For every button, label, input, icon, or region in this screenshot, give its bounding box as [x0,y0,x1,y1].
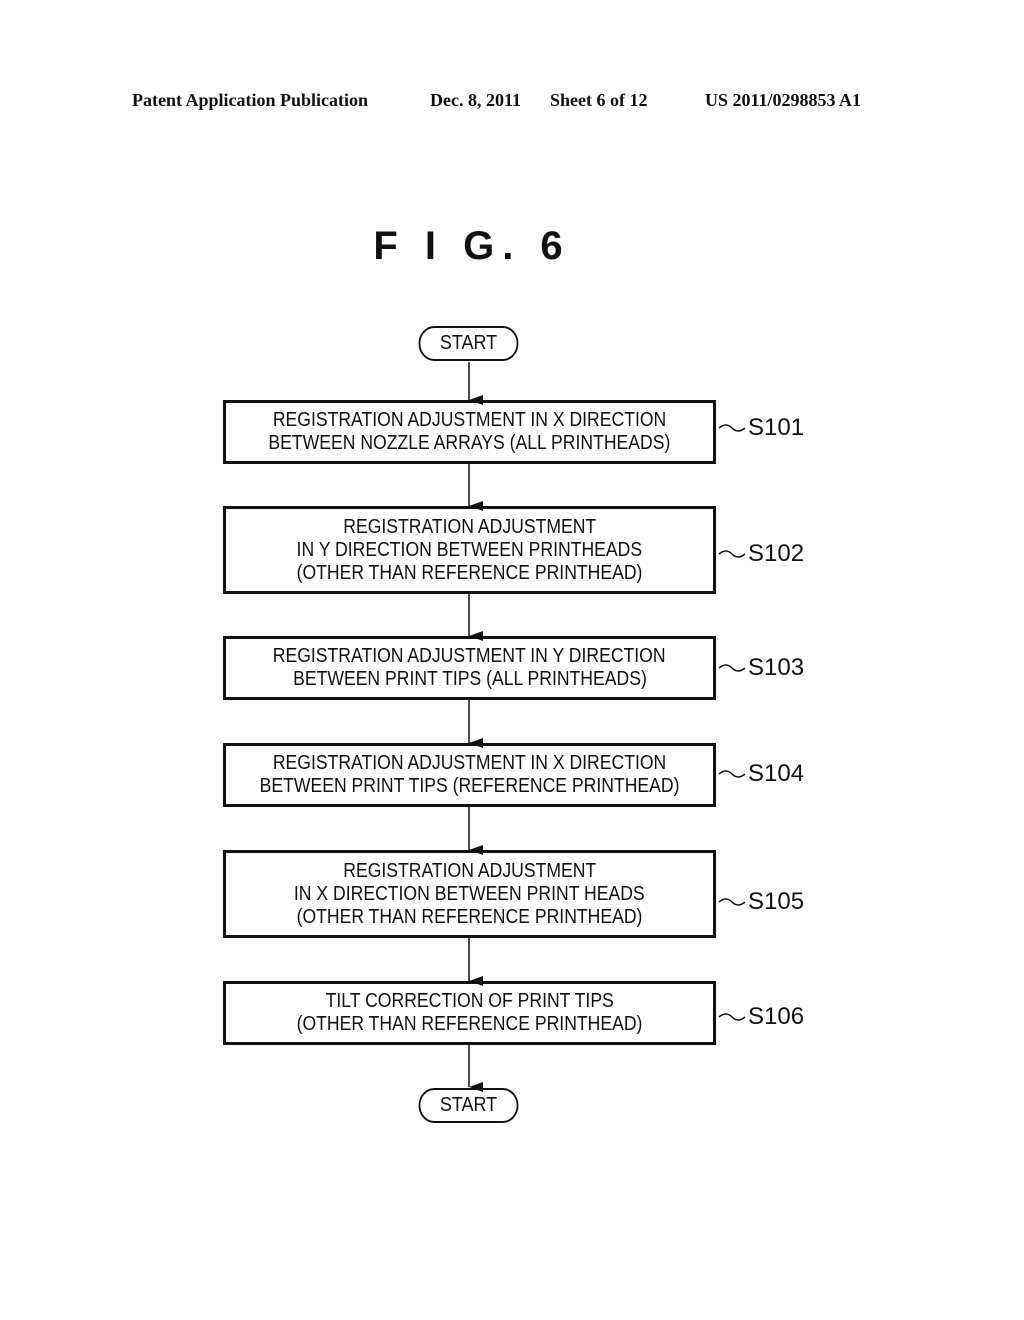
step-label-s103: S103 [718,654,804,682]
step-id: S106 [748,1003,805,1030]
step-box-s102: REGISTRATION ADJUSTMENT IN Y DIRECTION B… [223,506,716,594]
tilde-connector-icon [718,664,746,672]
step-id: S105 [748,888,805,915]
step-text-line: REGISTRATION ADJUSTMENT IN X DIRECTION [272,409,667,431]
tilde-connector-icon [718,424,746,432]
step-id: S104 [748,760,805,787]
step-label-s104: S104 [718,760,804,788]
step-text-line: IN Y DIRECTION BETWEEN PRINTHEADS [296,538,643,561]
start-terminal: START [418,326,519,361]
tilde-connector-icon [718,770,746,778]
step-box-s103: REGISTRATION ADJUSTMENT IN Y DIRECTION B… [223,636,716,700]
step-text-line: REGISTRATION ADJUSTMENT [343,515,596,538]
step-label-s102: S102 [718,540,804,568]
step-text-line: (OTHER THAN REFERENCE PRINTHEAD) [296,905,643,928]
step-label-s106: S106 [718,1003,804,1031]
step-text-line: BETWEEN NOZZLE ARRAYS (ALL PRINTHEADS) [268,432,671,454]
step-text-line: REGISTRATION ADJUSTMENT [343,859,596,882]
end-terminal: START [418,1088,519,1123]
tilde-connector-icon [718,550,746,558]
step-id: S101 [748,414,805,441]
tilde-connector-icon [718,1013,746,1021]
step-text-line: TILT CORRECTION OF PRINT TIPS [325,990,614,1012]
step-id: S103 [748,654,805,681]
step-box-s106: TILT CORRECTION OF PRINT TIPS (OTHER THA… [223,981,716,1045]
step-label-s101: S101 [718,414,804,442]
step-text-line: (OTHER THAN REFERENCE PRINTHEAD) [296,1013,643,1035]
step-text-line: (OTHER THAN REFERENCE PRINTHEAD) [296,561,643,584]
step-text-line: REGISTRATION ADJUSTMENT IN X DIRECTION [272,752,667,774]
step-box-s105: REGISTRATION ADJUSTMENT IN X DIRECTION B… [223,850,716,938]
step-text-line: BETWEEN PRINT TIPS (ALL PRINTHEADS) [292,668,647,690]
step-id: S102 [748,540,805,567]
step-text-line: REGISTRATION ADJUSTMENT IN Y DIRECTION [273,645,666,667]
step-box-s101: REGISTRATION ADJUSTMENT IN X DIRECTION B… [223,400,716,464]
step-label-s105: S105 [718,888,804,916]
step-box-s104: REGISTRATION ADJUSTMENT IN X DIRECTION B… [223,743,716,807]
step-text-line: IN X DIRECTION BETWEEN PRINT HEADS [294,882,645,905]
tilde-connector-icon [718,898,746,906]
step-text-line: BETWEEN PRINT TIPS (REFERENCE PRINTHEAD) [259,775,680,797]
